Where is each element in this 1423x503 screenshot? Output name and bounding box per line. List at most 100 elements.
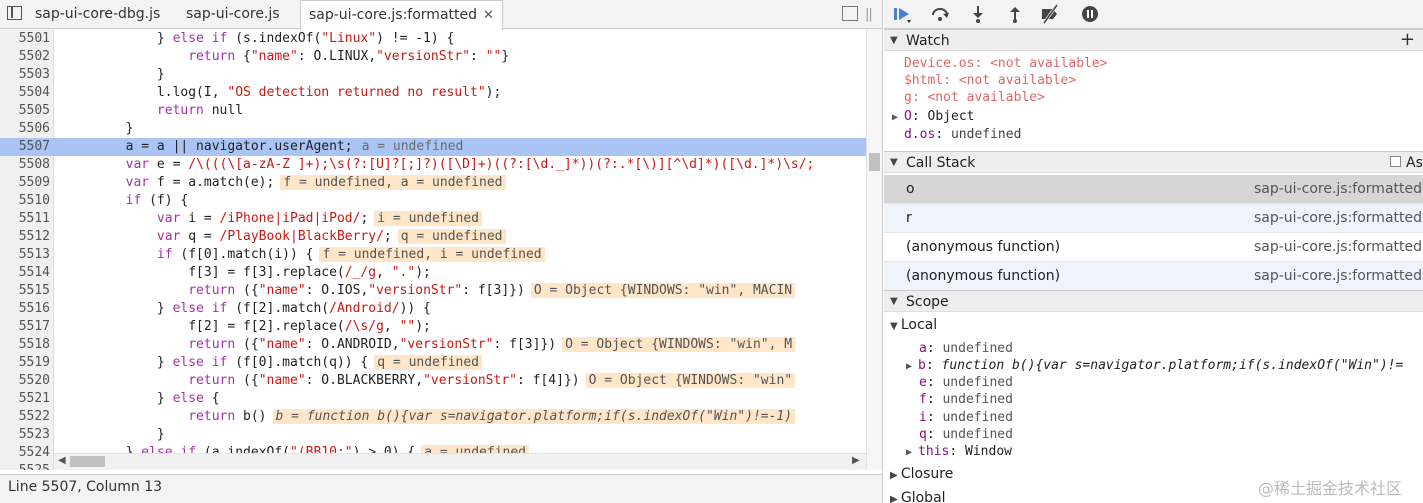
code-token: "name": [258, 373, 306, 388]
code-line[interactable]: 5512 var q = /PlayBook|BlackBerry/; q = u…: [0, 228, 866, 246]
toggle-debugger-icon[interactable]: [842, 6, 858, 21]
scroll-thumb[interactable]: [70, 456, 105, 467]
scope-var[interactable]: ▶ b: function b(){var s=navigator.platfo…: [906, 357, 1403, 374]
line-number[interactable]: 5516: [0, 300, 50, 318]
line-number[interactable]: 5503: [0, 66, 50, 84]
inline-value-hint: O = Object {WINDOWS: "win": [585, 373, 796, 388]
code-line[interactable]: 5502 return {"name": O.LINUX,"versionStr…: [0, 48, 866, 66]
code-line[interactable]: 5503 }: [0, 66, 866, 84]
expand-icon[interactable]: ▶: [906, 361, 918, 372]
line-number[interactable]: 5514: [0, 264, 50, 282]
code-line[interactable]: 5523 }: [0, 426, 866, 444]
call-stack-header[interactable]: ▼ Call Stack As: [884, 151, 1423, 173]
line-number[interactable]: 5524: [0, 444, 50, 462]
line-number[interactable]: 5525: [0, 462, 50, 470]
line-number[interactable]: 5504: [0, 84, 50, 102]
code-line[interactable]: 5509 var f = a.match(e); f = undefined, a…: [0, 174, 866, 192]
horizontal-scrollbar[interactable]: ◀ ▶: [54, 453, 866, 470]
code-line[interactable]: 5520 return ({"name": O.BLACKBERRY,"vers…: [0, 372, 866, 390]
code-token: ,: [383, 319, 400, 334]
line-number[interactable]: 5518: [0, 336, 50, 354]
line-number[interactable]: 5501: [0, 30, 50, 48]
code-line[interactable]: 5519 } else if (f[0].match(q)) {q = unde…: [0, 354, 866, 372]
call-frame[interactable]: (anonymous function) sap-ui-core.js:forma…: [884, 262, 1423, 291]
line-number[interactable]: 5506: [0, 120, 50, 138]
line-number[interactable]: 5523: [0, 426, 50, 444]
scope-var[interactable]: i: undefined: [919, 409, 1013, 426]
tab-sap-ui-core[interactable]: sap-ui-core.js: [178, 0, 288, 29]
scroll-thumb[interactable]: [869, 153, 880, 171]
code-line[interactable]: 5510 if (f) {: [0, 192, 866, 210]
tab-sap-ui-core-dbg[interactable]: sap-ui-core-dbg.js: [27, 0, 168, 29]
pause-on-exceptions-icon[interactable]: [1080, 4, 1100, 24]
code-line[interactable]: 5521 } else {: [0, 390, 866, 408]
watermark: @稀土掘金技术社区: [1258, 479, 1403, 498]
scope-global[interactable]: ▶ Global: [890, 490, 946, 503]
deactivate-breakpoints-icon[interactable]: [1040, 4, 1060, 24]
expand-icon[interactable]: ▶: [906, 447, 918, 458]
code-line[interactable]: 5517 f[2] = f[2].replace(/\s/g, "");: [0, 318, 866, 336]
code-line-current[interactable]: 5507 a = a || navigator.userAgent; a = un…: [0, 138, 866, 156]
scroll-right-icon[interactable]: ▶: [852, 455, 860, 466]
line-number[interactable]: 5517: [0, 318, 50, 336]
code-line[interactable]: 5504 l.log(I, "OS detection returned no …: [0, 84, 866, 102]
code-line[interactable]: 5508 var e = /\(((\[a-zA-Z ]+);\s(?:[U]?…: [0, 156, 866, 174]
code-line[interactable]: 5505 return null: [0, 102, 866, 120]
watch-item[interactable]: d.os: undefined: [904, 126, 1021, 143]
watch-item[interactable]: g: <not available>: [904, 89, 1045, 106]
line-number[interactable]: 5509: [0, 174, 50, 192]
step-over-icon[interactable]: [930, 4, 950, 24]
code-line[interactable]: 5522 return b() b = function b(){var s=na…: [0, 408, 866, 426]
line-number[interactable]: 5507: [0, 138, 50, 156]
scope-closure[interactable]: ▶ Closure: [890, 466, 953, 483]
code-line[interactable]: 5513 if (f[0].match(i)) {f = undefined, …: [0, 246, 866, 264]
scope-var[interactable]: a: undefined: [919, 340, 1013, 357]
watch-item[interactable]: Device.os: <not available>: [904, 55, 1108, 72]
code-line[interactable]: 5516 } else if (f[2].match(/Android/)) {: [0, 300, 866, 318]
code-line[interactable]: 5511 var i = /iPhone|iPad|iPod/; i = unde…: [0, 210, 866, 228]
line-number[interactable]: 5515: [0, 282, 50, 300]
watch-header[interactable]: ▼ Watch +: [884, 29, 1423, 51]
watch-item[interactable]: $html: <not available>: [904, 72, 1076, 89]
code-line[interactable]: 5501 } else if (s.indexOf("Linux") != -1…: [0, 30, 866, 48]
line-number[interactable]: 5511: [0, 210, 50, 228]
code-line[interactable]: 5518 return ({"name": O.ANDROID,"version…: [0, 336, 866, 354]
line-number[interactable]: 5519: [0, 354, 50, 372]
line-number[interactable]: 5513: [0, 246, 50, 264]
async-checkbox[interactable]: [1390, 156, 1401, 167]
toggle-navigator-icon[interactable]: [7, 6, 22, 20]
line-number[interactable]: 5512: [0, 228, 50, 246]
tab-sap-ui-core-formatted[interactable]: sap-ui-core.js:formatted ✕: [300, 0, 503, 30]
line-number[interactable]: 5510: [0, 192, 50, 210]
code-line[interactable]: 5506 }: [0, 120, 866, 138]
line-number[interactable]: 5520: [0, 372, 50, 390]
line-number[interactable]: 5522: [0, 408, 50, 426]
step-out-icon[interactable]: [1005, 4, 1025, 24]
code-line[interactable]: 5515 return ({"name": O.IOS,"versionStr"…: [0, 282, 866, 300]
scope-var[interactable]: e: undefined: [919, 374, 1013, 391]
expand-icon[interactable]: ▶: [892, 112, 904, 123]
vertical-scrollbar[interactable]: [866, 29, 882, 470]
scope-header[interactable]: ▼ Scope: [884, 290, 1423, 312]
code-editor[interactable]: 5501 } else if (s.indexOf("Linux") != -1…: [0, 29, 882, 470]
scope-var[interactable]: ▶ this: Window: [906, 443, 1012, 460]
call-frame[interactable]: r sap-ui-core.js:formatted:5: [884, 204, 1423, 233]
resume-icon[interactable]: [892, 4, 912, 24]
add-watch-icon[interactable]: +: [1400, 29, 1415, 51]
call-frame[interactable]: (anonymous function) sap-ui-core.js:forma…: [884, 233, 1423, 262]
line-number[interactable]: 5521: [0, 390, 50, 408]
drag-handle-icon[interactable]: ||: [865, 7, 873, 22]
scroll-left-icon[interactable]: ◀: [58, 455, 66, 466]
close-tab-icon[interactable]: ✕: [483, 8, 494, 23]
watch-item[interactable]: ▶ O: Object: [892, 108, 975, 125]
step-into-icon[interactable]: [968, 4, 988, 24]
scope-var[interactable]: q: undefined: [919, 426, 1013, 443]
code-line[interactable]: 5514 f[3] = f[3].replace(/_/g, ".");: [0, 264, 866, 282]
line-number[interactable]: 5502: [0, 48, 50, 66]
call-frame[interactable]: o sap-ui-core.js:formatted:5: [884, 175, 1423, 204]
line-number[interactable]: 5505: [0, 102, 50, 120]
code-text: }: [63, 426, 165, 444]
scope-var[interactable]: f: undefined: [919, 391, 1013, 408]
line-number[interactable]: 5508: [0, 156, 50, 174]
scope-local[interactable]: ▼ Local: [890, 317, 937, 334]
